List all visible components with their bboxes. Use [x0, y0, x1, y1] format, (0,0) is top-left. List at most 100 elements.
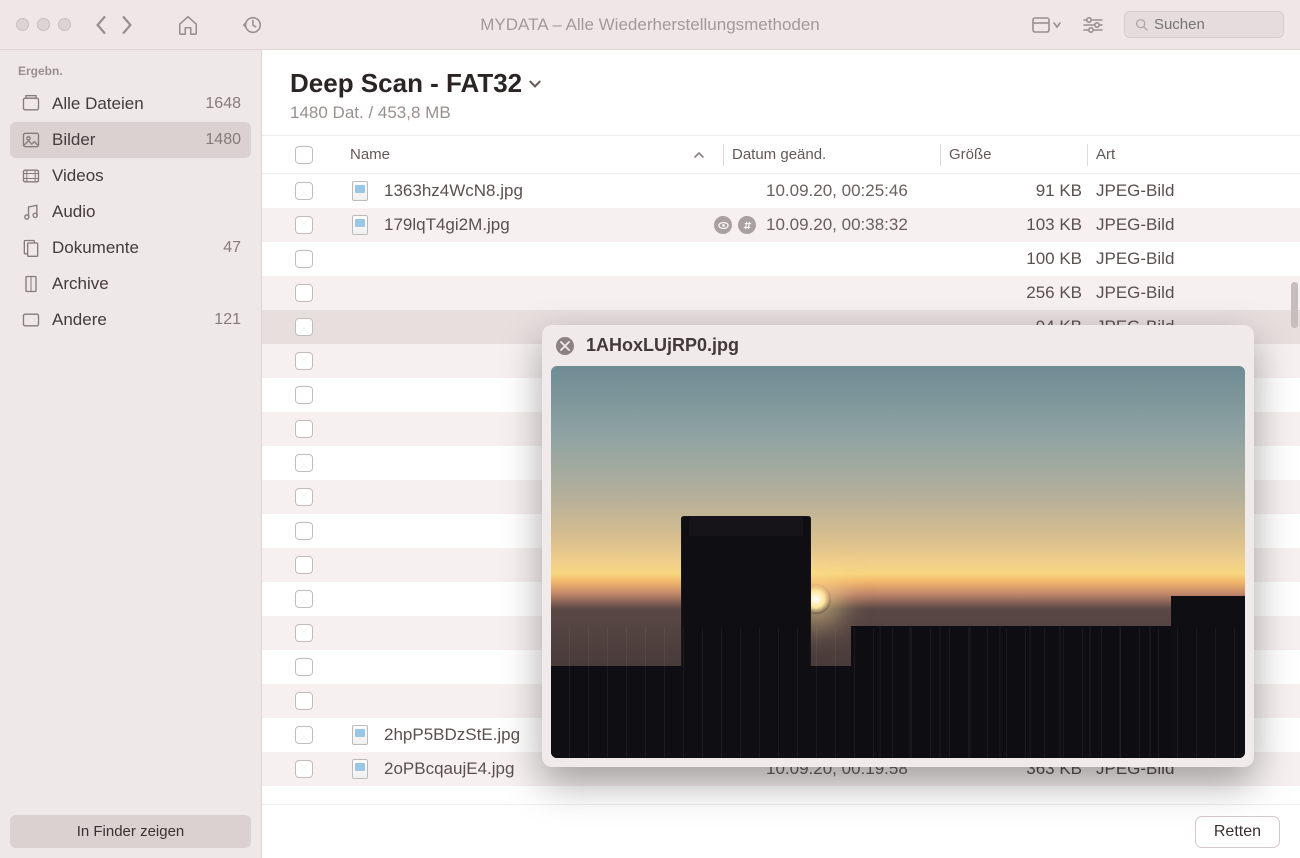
- recover-button[interactable]: Retten: [1195, 816, 1280, 848]
- sidebar-item-label: Audio: [52, 202, 231, 222]
- column-date[interactable]: Datum geänd.: [732, 146, 932, 163]
- file-size: 91 KB: [966, 181, 1096, 201]
- row-checkbox[interactable]: [295, 692, 313, 710]
- file-type-icon: [352, 181, 368, 201]
- nav-arrows: [95, 16, 133, 34]
- sidebar-item-alle-dateien[interactable]: Alle Dateien 1648: [10, 86, 251, 122]
- file-date: 10.09.20, 00:38:32: [766, 215, 966, 235]
- file-size: 256 KB: [966, 283, 1096, 303]
- back-icon[interactable]: [95, 16, 107, 34]
- row-checkbox[interactable]: [295, 420, 313, 438]
- footer-bar: Retten: [262, 804, 1300, 858]
- row-checkbox[interactable]: [295, 726, 313, 744]
- row-checkbox[interactable]: [295, 386, 313, 404]
- column-size[interactable]: Größe: [949, 146, 1079, 163]
- sidebar-item-count: 47: [223, 239, 241, 257]
- file-name: 2hpP5BDzStE.jpg: [384, 725, 520, 745]
- column-name[interactable]: Name: [332, 146, 715, 163]
- row-checkbox[interactable]: [295, 590, 313, 608]
- file-type-icon: [352, 215, 368, 235]
- preview-image: [551, 366, 1245, 758]
- close-preview-icon[interactable]: [556, 337, 574, 355]
- preview-popover: 1AHoxLUjRP0.jpg: [542, 325, 1254, 767]
- file-name: 179lqT4gi2M.jpg: [384, 215, 510, 235]
- sidebar-item-videos[interactable]: Videos: [10, 158, 251, 194]
- content-header: Deep Scan - FAT32 1480 Dat. / 453,8 MB: [262, 50, 1300, 136]
- file-type: JPEG-Bild: [1096, 215, 1286, 235]
- sidebar-item-label: Andere: [52, 310, 204, 330]
- table-row[interactable]: 1363hz4WcN8.jpg 10.09.20, 00:25:4691 KBJP…: [262, 174, 1300, 208]
- row-checkbox[interactable]: [295, 182, 313, 200]
- table-row[interactable]: 256 KBJPEG-Bild: [262, 276, 1300, 310]
- sidebar-item-label: Archive: [52, 274, 231, 294]
- table-row[interactable]: 179lqT4gi2M.jpg 10.09.20, 00:38:32103 KBJ…: [262, 208, 1300, 242]
- content: Deep Scan - FAT32 1480 Dat. / 453,8 MB N…: [262, 50, 1300, 858]
- file-name: 2oPBcqaujE4.jpg: [384, 759, 514, 779]
- file-type-icon: [352, 759, 368, 779]
- sidebar-item-dokumente[interactable]: Dokumente47: [10, 230, 251, 266]
- archive-icon: [20, 273, 42, 295]
- hash-badge-icon: [738, 216, 756, 234]
- sidebar-item-label: Videos: [52, 166, 231, 186]
- row-checkbox[interactable]: [295, 556, 313, 574]
- row-checkbox[interactable]: [295, 522, 313, 540]
- home-icon[interactable]: [177, 14, 199, 36]
- view-options-icon[interactable]: [1032, 15, 1062, 35]
- window-title: MYDATA – Alle Wiederherstellungsmethoden: [480, 15, 820, 35]
- image-icon: [20, 129, 42, 151]
- row-checkbox[interactable]: [295, 284, 313, 302]
- toolbar: MYDATA – Alle Wiederherstellungsmethoden: [0, 0, 1300, 50]
- file-type-icon: [352, 725, 368, 745]
- select-all-checkbox[interactable]: [295, 146, 313, 164]
- row-checkbox[interactable]: [295, 352, 313, 370]
- other-icon: [20, 309, 42, 331]
- file-size: 103 KB: [966, 215, 1096, 235]
- show-in-finder-button[interactable]: In Finder zeigen: [10, 815, 251, 848]
- sidebar-item-archive[interactable]: Archive: [10, 266, 251, 302]
- doc-icon: [20, 237, 42, 259]
- file-type: JPEG-Bild: [1096, 249, 1286, 269]
- file-name: 1363hz4WcN8.jpg: [384, 181, 523, 201]
- sidebar-heading: Ergebn.: [0, 50, 261, 86]
- column-type[interactable]: Art: [1096, 146, 1286, 163]
- sidebar-item-count: 1480: [205, 131, 241, 149]
- row-checkbox[interactable]: [295, 250, 313, 268]
- sidebar-item-andere[interactable]: Andere121: [10, 302, 251, 338]
- sidebar-item-bilder[interactable]: Bilder 1480: [10, 122, 251, 158]
- sort-asc-icon: [693, 149, 705, 161]
- minimize-window-icon[interactable]: [37, 18, 50, 31]
- row-checkbox[interactable]: [295, 760, 313, 778]
- sidebar-item-label: Bilder: [52, 130, 195, 150]
- window-controls: [16, 18, 71, 31]
- row-checkbox[interactable]: [295, 658, 313, 676]
- search-icon: [1135, 17, 1148, 32]
- sidebar: Ergebn. Alle Dateien 1648 Bilder 1480 Videos…: [0, 50, 262, 858]
- file-type: JPEG-Bild: [1096, 181, 1286, 201]
- preview-filename: 1AHoxLUjRP0.jpg: [586, 335, 739, 356]
- sidebar-item-label: Alle Dateien: [52, 94, 195, 114]
- zoom-window-icon[interactable]: [58, 18, 71, 31]
- sidebar-item-audio[interactable]: Audio: [10, 194, 251, 230]
- chevron-down-icon: [528, 77, 542, 91]
- video-icon: [20, 165, 42, 187]
- row-checkbox[interactable]: [295, 216, 313, 234]
- row-checkbox[interactable]: [295, 488, 313, 506]
- history-icon[interactable]: [241, 14, 263, 36]
- file-date: 10.09.20, 00:25:46: [766, 181, 966, 201]
- close-window-icon[interactable]: [16, 18, 29, 31]
- file-type: JPEG-Bild: [1096, 283, 1286, 303]
- stack-icon: [20, 93, 42, 115]
- row-checkbox[interactable]: [295, 318, 313, 336]
- sidebar-item-count: 1648: [205, 95, 241, 113]
- search-box[interactable]: [1124, 11, 1284, 38]
- filter-settings-icon[interactable]: [1082, 15, 1104, 35]
- row-checkbox[interactable]: [295, 454, 313, 472]
- table-row[interactable]: 100 KBJPEG-Bild: [262, 242, 1300, 276]
- preview-badge-icon: [714, 216, 732, 234]
- scan-subtitle: 1480 Dat. / 453,8 MB: [290, 103, 1272, 123]
- row-checkbox[interactable]: [295, 624, 313, 642]
- forward-icon[interactable]: [121, 16, 133, 34]
- scrollbar-thumb[interactable]: [1291, 282, 1298, 328]
- search-input[interactable]: [1154, 16, 1273, 33]
- scan-title[interactable]: Deep Scan - FAT32: [290, 68, 1272, 99]
